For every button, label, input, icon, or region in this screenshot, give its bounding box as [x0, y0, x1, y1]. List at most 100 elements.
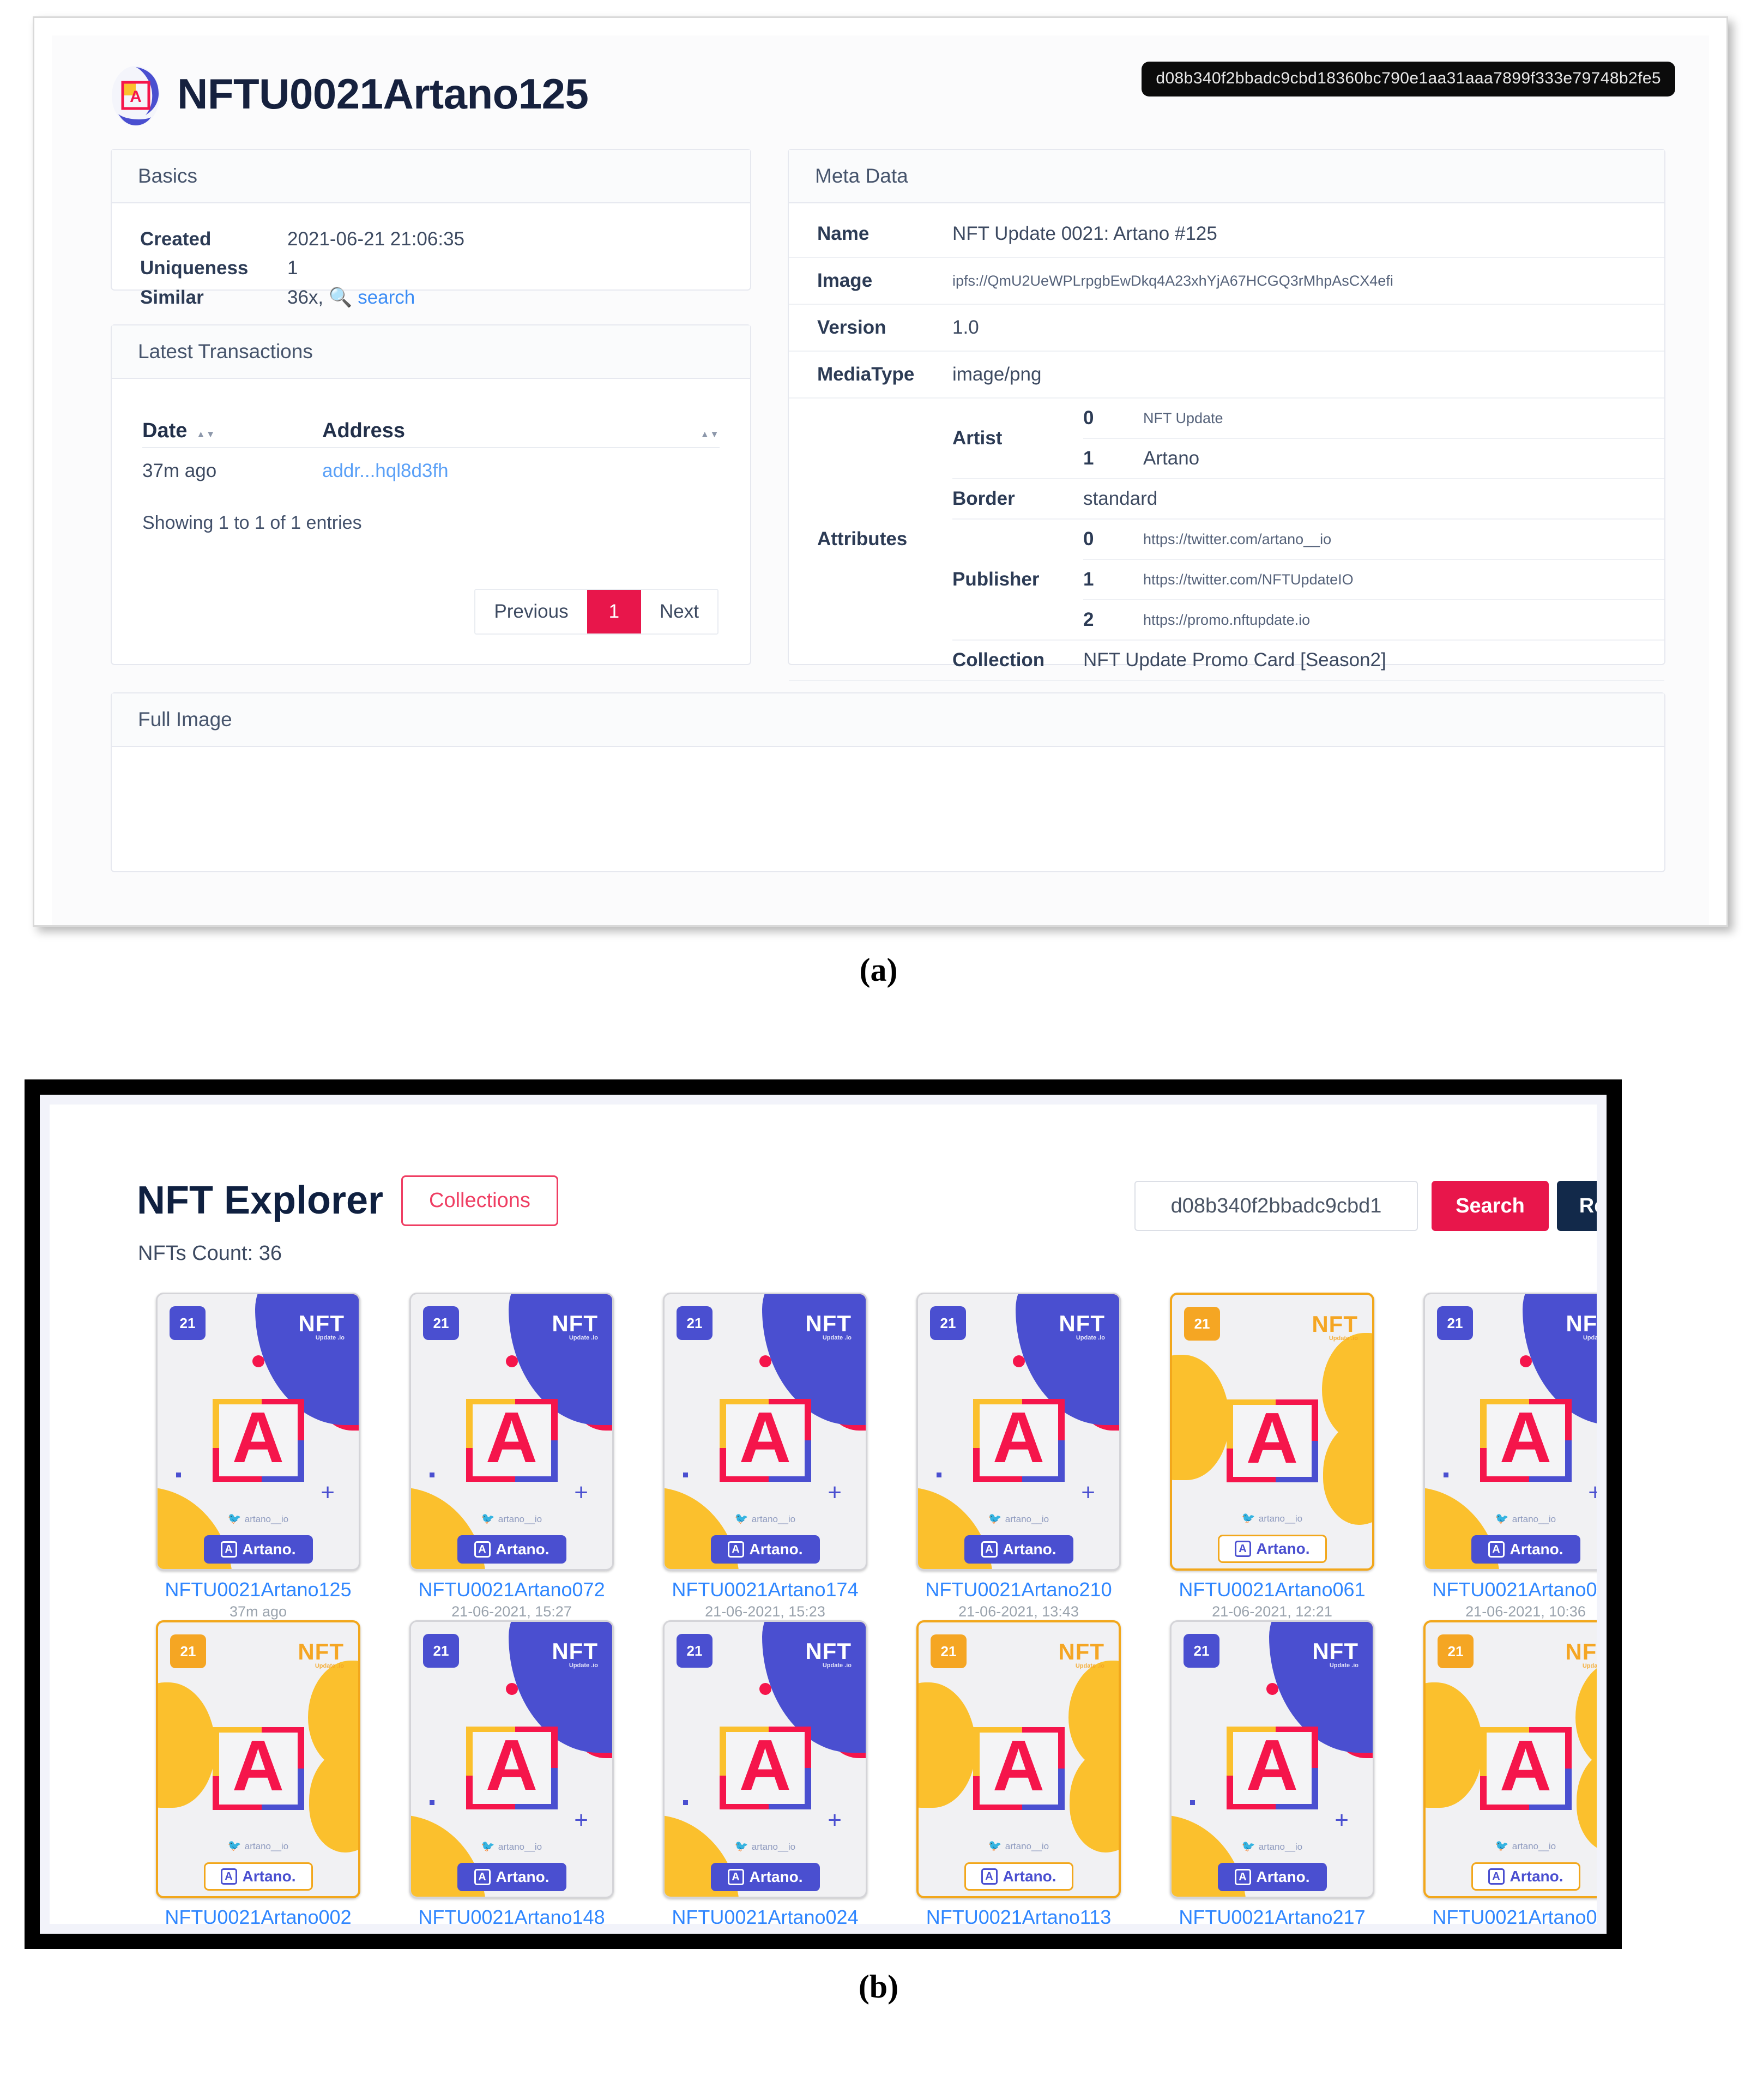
artano-logo-icon: A — [712, 1391, 819, 1489]
reset-button[interactable]: Reset — [1557, 1181, 1597, 1231]
nft-grid-item[interactable]: 21 NFTUpdate .io A 🐦artano__io A Artano. NFTU0… — [1399, 1620, 1597, 1924]
nft-card-image[interactable]: 21 NFTUpdate .io A 🐦artano__io A Artano. — [916, 1620, 1121, 1898]
red-dot-icon — [759, 1683, 771, 1695]
artano-badge-icon: A — [981, 1868, 998, 1885]
meta-key: MediaType — [789, 351, 952, 398]
pagination-previous[interactable]: Previous — [475, 590, 587, 633]
nft-name-link[interactable]: NFTU0021Artano174 — [638, 1578, 892, 1601]
column-header-date[interactable]: Date ▲▼ — [142, 419, 322, 443]
nft-name-link[interactable]: NFTU0021Artano051 — [1399, 1578, 1597, 1601]
nft-brand-mark: NFTUpdate .io — [1565, 1639, 1597, 1669]
basics-row-uniqueness: Uniqueness 1 — [140, 257, 750, 279]
nft-card-image[interactable]: 21 NFTUpdate .io A 🐦artano__io A Artano. — [1423, 1620, 1597, 1898]
nft-brand-text: NFT — [1312, 1638, 1358, 1664]
nft-name-link[interactable]: NFTU0021Artano217 — [1145, 1906, 1399, 1924]
pagination-next[interactable]: Next — [641, 590, 717, 633]
artano-letter: A — [232, 1397, 285, 1477]
nft-name-link[interactable]: NFTU0021Artano072 — [385, 1578, 638, 1601]
sort-arrows-icon: ▲▼ — [700, 429, 720, 439]
twitter-handle: 🐦 artano__io — [1172, 1839, 1373, 1853]
nft-brand-mark: NFTUpdate .io — [1059, 1311, 1105, 1341]
nft-card-image[interactable]: +21 NFTUpdate .io A 🐦artano__io A Artano. — [1423, 1293, 1597, 1571]
nft-grid-item[interactable]: +21 NFTUpdate .io A 🐦artano__io A Artano. NFTU… — [131, 1293, 385, 1620]
basics-key: Similar — [140, 287, 204, 308]
nft-name-link[interactable]: NFTU0021Artano061 — [1145, 1578, 1399, 1601]
artano-badge-text: Artano. — [1003, 1541, 1056, 1558]
nft-card-image[interactable]: +21 NFTUpdate .io A 🐦artano__io A Artano. — [663, 1620, 867, 1898]
nft-brand-mark: NFTUpdate .io — [1312, 1638, 1358, 1669]
artano-badge-text: Artano. — [1256, 1540, 1310, 1557]
red-dot-icon — [505, 1355, 518, 1367]
twitter-handle-text: artano__io — [1512, 1514, 1556, 1524]
page-title: NFTU0021Artano125 — [177, 70, 589, 118]
gold-blob-right-bottom — [1323, 1421, 1372, 1525]
nft-card-image[interactable]: 21 NFTUpdate .io A 🐦artano__io A Artano. — [156, 1620, 360, 1898]
twitter-icon: 🐦 — [481, 1840, 495, 1852]
nft-card-image[interactable]: +21 NFTUpdate .io A 🐦artano__io A Artano. — [916, 1293, 1121, 1571]
nft-grid-item[interactable]: 21 NFTUpdate .io A 🐦artano__io A Artano. NFTU0… — [1145, 1293, 1399, 1620]
metadata-card: Meta Data Name NFT Update 0021: Artano #… — [788, 149, 1665, 727]
nft-brand-mark: NFTUpdate .io — [552, 1311, 598, 1341]
artano-badge-text: Artano. — [749, 1541, 803, 1558]
red-dot-icon — [1519, 1355, 1532, 1367]
nft-brand-subtext: Update .io — [1583, 1335, 1597, 1341]
gold-blob-right-bottom — [1577, 1749, 1597, 1852]
nft-card-image[interactable]: +21 NFTUpdate .io A 🐦artano__io A Artano. — [409, 1620, 614, 1898]
nft-card-image[interactable]: +21 NFTUpdate .io A 🐦artano__io A Artano. — [156, 1293, 360, 1571]
nft-name-link[interactable]: NFTU0021Artano148 — [385, 1906, 638, 1924]
column-header-address[interactable]: Address — [322, 419, 627, 443]
attr-row-collection: Collection NFT Update Promo Card [Season… — [952, 639, 1664, 680]
nft-brand-mark: NFTUpdate .io — [805, 1311, 852, 1341]
nft-name-link[interactable]: NFTU0021Artano113 — [892, 1906, 1145, 1924]
nft-grid-item[interactable]: +21 NFTUpdate .io A 🐦artano__io A Artano. NFTU… — [892, 1293, 1145, 1620]
nft-grid-item[interactable]: +21 NFTUpdate .io A 🐦artano__io A Artano. NFTU… — [1145, 1620, 1399, 1924]
nft-name-link[interactable]: NFTU0021Artano067 — [1399, 1906, 1597, 1924]
nft-name-link[interactable]: NFTU0021Artano024 — [638, 1906, 892, 1924]
gold-blob-right-bottom — [309, 1749, 358, 1852]
meta-row-version: Version 1.0 — [789, 304, 1664, 351]
collections-button[interactable]: Collections — [401, 1175, 558, 1226]
attr-value: https://twitter.com/artano__io — [1143, 518, 1664, 559]
nft-name-link[interactable]: NFTU0021Artano210 — [892, 1578, 1145, 1601]
attr-name: Border — [952, 478, 1083, 519]
twitter-handle: 🐦 artano__io — [1425, 1512, 1597, 1525]
nft-grid-item[interactable]: +21 NFTUpdate .io A 🐦artano__io A Artano. NFTU… — [1399, 1293, 1597, 1620]
nft-grid-item[interactable]: 21 NFTUpdate .io A 🐦artano__io A Artano. NFTU0… — [131, 1620, 385, 1924]
nft-card-image[interactable]: +21 NFTUpdate .io A 🐦artano__io A Artano. — [663, 1293, 867, 1571]
search-button[interactable]: Search — [1432, 1181, 1549, 1231]
nft-brand-text: NFT — [298, 1639, 344, 1664]
artano-logo-icon: A — [205, 1391, 312, 1489]
red-dot-icon — [1012, 1355, 1025, 1367]
cell-address-link[interactable]: addr...hql8d3fh — [322, 460, 627, 482]
nft-grid-item[interactable]: +21 NFTUpdate .io A 🐦artano__io A Artano. NFTU… — [385, 1293, 638, 1620]
nft-grid-item[interactable]: +21 NFTUpdate .io A 🐦artano__io A Artano. NFTU… — [385, 1620, 638, 1924]
artano-badge-text: Artano. — [1510, 1541, 1563, 1558]
nft-card-image[interactable]: +21 NFTUpdate .io A 🐦artano__io A Artano. — [409, 1293, 614, 1571]
search-icon[interactable]: 🔍 — [329, 286, 353, 309]
nft-card-image[interactable]: +21 NFTUpdate .io A 🐦artano__io A Artano. — [1170, 1620, 1374, 1898]
twitter-icon: 🐦 — [1241, 1512, 1255, 1524]
nft-brand-subtext: Update .io — [1075, 1663, 1104, 1669]
nft-grid-item[interactable]: 21 NFTUpdate .io A 🐦artano__io A Artano. NFTU0… — [892, 1620, 1145, 1924]
artano-logo-icon: A — [1219, 1392, 1326, 1490]
nft-brand-subtext: Update .io — [569, 1335, 598, 1341]
season-chip: 21 — [423, 1306, 459, 1340]
similar-search-link[interactable]: search — [358, 287, 415, 308]
meta-value: 1.0 — [952, 304, 1664, 351]
artano-footer-badge: A Artano. — [203, 1862, 313, 1891]
nft-grid-item[interactable]: +21 NFTUpdate .io A 🐦artano__io A Artano. NFTU… — [638, 1620, 892, 1924]
meta-key: Image — [789, 257, 952, 304]
sort-arrows-address[interactable]: ▲▼ — [627, 419, 720, 443]
attr-row-publisher-0: Publisher 0 https://twitter.com/artano__… — [952, 518, 1664, 640]
nft-grid-item[interactable]: +21 NFTUpdate .io A 🐦artano__io A Artano. NFTU… — [638, 1293, 892, 1620]
plus-icon: + — [1588, 1481, 1597, 1505]
nft-name-link[interactable]: NFTU0021Artano002 — [131, 1906, 385, 1924]
search-input[interactable]: d08b340f2bbadc9cbd1 — [1134, 1181, 1418, 1231]
small-square-icon — [430, 1473, 434, 1477]
hash-badge[interactable]: d08b340f2bbadc9cbd18360bc790e1aa31aaa789… — [1142, 62, 1675, 96]
nft-card-image[interactable]: 21 NFTUpdate .io A 🐦artano__io A Artano. — [1170, 1293, 1374, 1571]
nft-name-link[interactable]: NFTU0021Artano125 — [131, 1578, 385, 1601]
artano-letter: A — [485, 1725, 538, 1805]
pagination-page-1[interactable]: 1 — [587, 590, 642, 633]
season-chip: 21 — [677, 1634, 713, 1668]
